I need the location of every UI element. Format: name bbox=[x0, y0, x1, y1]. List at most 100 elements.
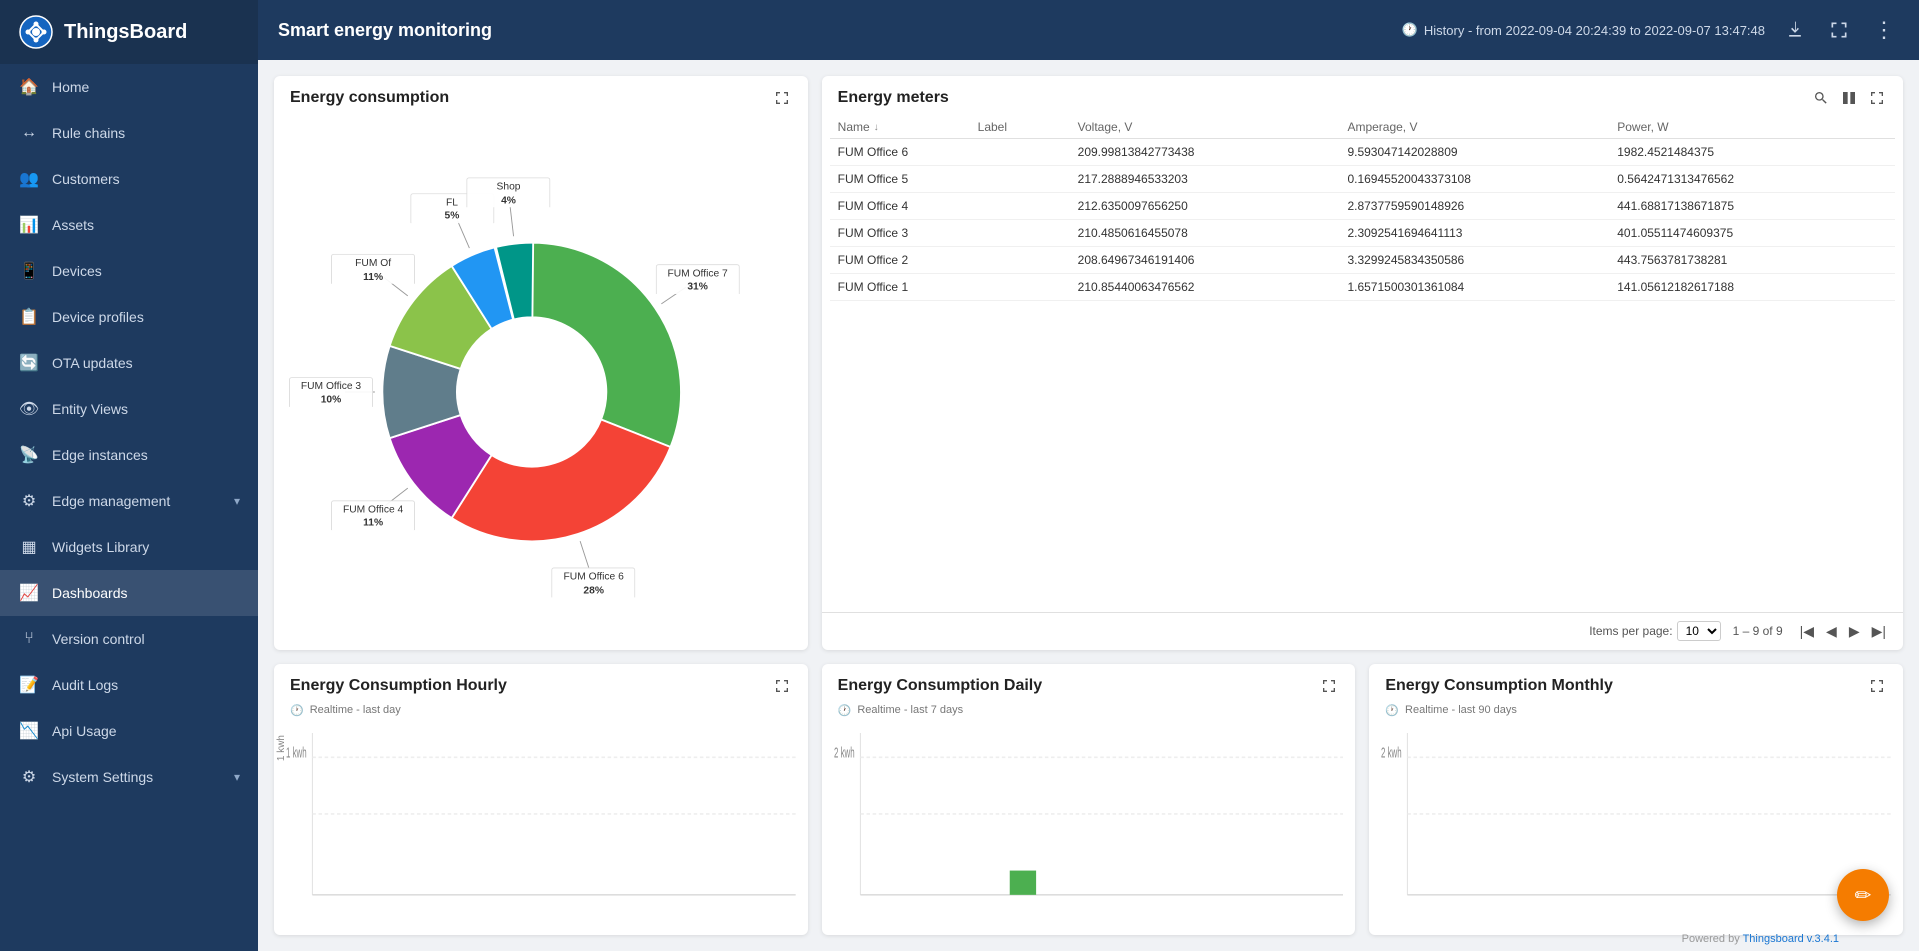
more-options-button[interactable]: ⋮ bbox=[1869, 13, 1899, 47]
first-page-button[interactable]: |◀ bbox=[1795, 621, 1819, 642]
widgets-library-icon: ▦ bbox=[18, 536, 40, 558]
monthly-chart-svg: 2 kwh bbox=[1381, 733, 1891, 927]
sidebar-item-customers[interactable]: 👥 Customers bbox=[0, 156, 258, 202]
api-usage-icon: 📉 bbox=[18, 720, 40, 742]
sidebar-item-label: Dashboards bbox=[52, 585, 240, 601]
energy-consumption-widget: Energy consumption FUM Office 731%FUM Of… bbox=[274, 76, 808, 650]
cell-amperage: 2.3092541694641113 bbox=[1347, 226, 1617, 240]
table-footer: Items per page: 10 25 50 1 – 9 of 9 |◀ ◀… bbox=[822, 612, 1903, 650]
sidebar-item-label: Device profiles bbox=[52, 309, 240, 325]
download-button[interactable] bbox=[1781, 16, 1809, 44]
footer: Powered by Thingsboard v.3.4.1 bbox=[1682, 933, 1839, 945]
sidebar-item-label: System Settings bbox=[52, 769, 234, 785]
cell-name: FUM Office 3 bbox=[838, 226, 978, 240]
columns-button[interactable] bbox=[1839, 88, 1859, 108]
table-body: FUM Office 6 209.99813842773438 9.593047… bbox=[830, 139, 1895, 301]
widget-actions bbox=[1319, 676, 1339, 696]
donut-chart: FUM Office 731%FUM Office 628%FUM Office… bbox=[291, 168, 791, 588]
columns-icon bbox=[1841, 90, 1857, 106]
cell-power: 443.7563781738281 bbox=[1617, 253, 1887, 267]
clock-icon: 🕐 bbox=[1402, 22, 1418, 38]
energy-consumption-title: Energy consumption bbox=[290, 89, 449, 107]
expand-button[interactable] bbox=[1319, 676, 1339, 696]
expand-button[interactable] bbox=[772, 676, 792, 696]
edit-icon: ✏ bbox=[1855, 883, 1872, 908]
col-name: Name ↓ bbox=[838, 120, 978, 134]
energy-meters-title: Energy meters bbox=[838, 89, 949, 107]
sidebar-item-label: Assets bbox=[52, 217, 240, 233]
sidebar-item-device-profiles[interactable]: 📋 Device profiles bbox=[0, 294, 258, 340]
daily-chart-svg: 2 kwh bbox=[834, 733, 1344, 927]
cell-amperage: 0.16945520043373108 bbox=[1347, 172, 1617, 186]
entity-views-icon: 👁 bbox=[18, 398, 40, 420]
svg-text:2 kwh: 2 kwh bbox=[1381, 745, 1402, 761]
clock-icon: 🕐 bbox=[1385, 704, 1399, 717]
sidebar-item-system-settings[interactable]: ⚙ System Settings ▾ bbox=[0, 754, 258, 800]
energy-daily-title: Energy Consumption Daily bbox=[838, 677, 1042, 695]
cell-label bbox=[978, 226, 1078, 240]
widget-header: Energy consumption bbox=[274, 76, 808, 116]
cell-name: FUM Office 5 bbox=[838, 172, 978, 186]
sort-icon: ↓ bbox=[874, 122, 879, 133]
sidebar-item-edge-management[interactable]: ⚙ Edge management ▾ bbox=[0, 478, 258, 524]
cell-voltage: 208.64967346191406 bbox=[1078, 253, 1348, 267]
hourly-chart-svg: 1 kwh bbox=[286, 733, 796, 927]
sidebar-item-dashboards[interactable]: 📈 Dashboards bbox=[0, 570, 258, 616]
widget-header: Energy meters bbox=[822, 76, 1903, 116]
widget-header: Energy Consumption Daily bbox=[822, 664, 1356, 704]
search-button[interactable] bbox=[1811, 88, 1831, 108]
cell-voltage: 210.4850616455078 bbox=[1078, 226, 1348, 240]
edit-fab-button[interactable]: ✏ bbox=[1837, 869, 1889, 921]
expand-button[interactable] bbox=[1867, 676, 1887, 696]
widget-subtitle: 🕐 Realtime - last 90 days bbox=[1369, 704, 1903, 725]
energy-hourly-widget: Energy Consumption Hourly 🕐 Realtime - l… bbox=[274, 664, 808, 935]
table-row[interactable]: FUM Office 6 209.99813842773438 9.593047… bbox=[830, 139, 1895, 166]
cell-name: FUM Office 2 bbox=[838, 253, 978, 267]
sidebar-item-ota-updates[interactable]: 🔄 OTA updates bbox=[0, 340, 258, 386]
sidebar-item-edge-instances[interactable]: 📡 Edge instances bbox=[0, 432, 258, 478]
table-row[interactable]: FUM Office 3 210.4850616455078 2.3092541… bbox=[830, 220, 1895, 247]
sidebar-item-version-control[interactable]: ⑂ Version control bbox=[0, 616, 258, 662]
cell-voltage: 210.85440063476562 bbox=[1078, 280, 1348, 294]
dashboard: Energy consumption FUM Office 731%FUM Of… bbox=[258, 60, 1919, 951]
sidebar-item-widgets-library[interactable]: ▦ Widgets Library bbox=[0, 524, 258, 570]
chevron-down-icon: ▾ bbox=[234, 770, 240, 784]
energy-hourly-title: Energy Consumption Hourly bbox=[290, 677, 507, 695]
sidebar-item-home[interactable]: 🏠 Home bbox=[0, 64, 258, 110]
sidebar-header: ThingsBoard bbox=[0, 0, 258, 64]
sidebar-item-devices[interactable]: 📱 Devices bbox=[0, 248, 258, 294]
cell-power: 1982.4521484375 bbox=[1617, 145, 1887, 159]
app-title: ThingsBoard bbox=[64, 21, 187, 44]
table-row[interactable]: FUM Office 5 217.2888946533203 0.1694552… bbox=[830, 166, 1895, 193]
sidebar-item-assets[interactable]: 📊 Assets bbox=[0, 202, 258, 248]
items-per-page-select[interactable]: 10 25 50 bbox=[1677, 621, 1721, 641]
last-page-button[interactable]: ▶| bbox=[1867, 621, 1891, 642]
col-label: Label bbox=[978, 120, 1078, 134]
sidebar-item-api-usage[interactable]: 📉 Api Usage bbox=[0, 708, 258, 754]
expand-button[interactable] bbox=[772, 88, 792, 108]
subtitle-label: Realtime - last 90 days bbox=[1405, 704, 1517, 716]
time-range-display[interactable]: 🕐 History - from 2022-09-04 20:24:39 to … bbox=[1402, 22, 1765, 38]
next-page-button[interactable]: ▶ bbox=[1844, 621, 1865, 642]
cell-label bbox=[978, 145, 1078, 159]
main-content: Smart energy monitoring 🕐 History - from… bbox=[258, 0, 1919, 951]
table-row[interactable]: FUM Office 2 208.64967346191406 3.329924… bbox=[830, 247, 1895, 274]
table-row[interactable]: FUM Office 4 212.6350097656250 2.8737759… bbox=[830, 193, 1895, 220]
device-profiles-icon: 📋 bbox=[18, 306, 40, 328]
col-amperage: Amperage, V bbox=[1347, 120, 1617, 134]
clock-icon: 🕐 bbox=[838, 704, 852, 717]
sidebar-item-audit-logs[interactable]: 📝 Audit Logs bbox=[0, 662, 258, 708]
sidebar-item-entity-views[interactable]: 👁 Entity Views bbox=[0, 386, 258, 432]
pagination-info: 1 – 9 of 9 bbox=[1733, 624, 1783, 638]
system-settings-icon: ⚙ bbox=[18, 766, 40, 788]
sidebar-item-label: Api Usage bbox=[52, 723, 240, 739]
prev-page-button[interactable]: ◀ bbox=[1821, 621, 1842, 642]
chevron-down-icon: ▾ bbox=[234, 494, 240, 508]
expand-button[interactable] bbox=[1867, 88, 1887, 108]
ota-updates-icon: 🔄 bbox=[18, 352, 40, 374]
sidebar-item-rule-chains[interactable]: ↔ Rule chains bbox=[0, 110, 258, 156]
table-row[interactable]: FUM Office 1 210.85440063476562 1.657150… bbox=[830, 274, 1895, 301]
footer-link[interactable]: Thingsboard v.3.4.1 bbox=[1743, 933, 1839, 945]
sidebar-item-label: Customers bbox=[52, 171, 240, 187]
fullscreen-button[interactable] bbox=[1825, 16, 1853, 44]
